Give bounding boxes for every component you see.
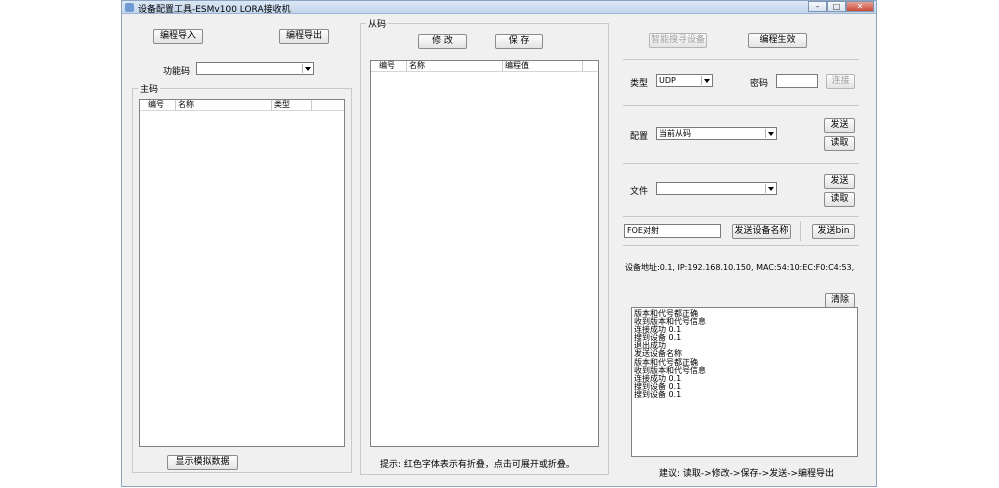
app-window: 设备配置工具-ESMv100 LORA接收机 – □ ✕ 编程导入 编程导出 功… <box>121 0 877 487</box>
config-value: 当前从码 <box>659 129 691 138</box>
close-button[interactable]: ✕ <box>846 1 874 12</box>
type-value: UDP <box>659 76 676 85</box>
minimize-button[interactable]: – <box>808 1 827 12</box>
column-header-value[interactable]: 编程值 <box>503 61 583 71</box>
chevron-down-icon[interactable] <box>701 76 711 85</box>
program-import-button[interactable]: 编程导入 <box>153 29 203 44</box>
hint-text: 提示: 红色字体表示有折叠，点击可展开或折叠。 <box>380 460 575 470</box>
password-field[interactable] <box>776 74 818 88</box>
slave-code-header: 编号 名称 编程值 <box>371 61 598 72</box>
func-code-select[interactable] <box>196 62 314 75</box>
connect-button[interactable]: 连接 <box>826 74 855 89</box>
divider <box>623 105 859 106</box>
slave-code-group: 从码 修 改 保 存 编号 名称 编程值 提示: 红色字体表示有折叠，点击可展开… <box>360 17 609 475</box>
divider <box>800 221 801 241</box>
divider <box>623 245 859 246</box>
master-code-list[interactable]: 编号 名称 类型 <box>139 99 345 447</box>
column-header-name[interactable]: 名称 <box>176 100 272 110</box>
divider <box>623 59 859 60</box>
device-name-field[interactable]: FOE对射 <box>624 224 721 238</box>
show-sim-data-button[interactable]: 显示模拟数据 <box>167 455 238 470</box>
app-icon <box>125 3 134 12</box>
smart-search-button[interactable]: 智能搜寻设备 <box>649 33 707 48</box>
maximize-button[interactable]: □ <box>827 1 846 12</box>
file-label: 文件 <box>630 187 649 197</box>
save-button[interactable]: 保 存 <box>495 34 543 49</box>
suggestion-text: 建议: 读取->修改->保存->发送->编程导出 <box>659 469 835 479</box>
column-header-name[interactable]: 名称 <box>407 61 503 71</box>
send-file-button[interactable]: 发送 <box>824 174 855 189</box>
title-bar: 设备配置工具-ESMv100 LORA接收机 – □ ✕ <box>122 1 876 15</box>
chevron-down-icon[interactable] <box>765 184 775 193</box>
type-label: 类型 <box>630 79 649 89</box>
program-export-button[interactable]: 编程导出 <box>279 29 329 44</box>
divider <box>623 163 859 164</box>
read-file-button[interactable]: 读取 <box>824 192 855 207</box>
send-bin-button[interactable]: 发送bin <box>812 224 855 239</box>
log-line: 搜到设备 0.1 <box>634 333 682 343</box>
read-config-button[interactable]: 读取 <box>824 136 855 151</box>
program-apply-button[interactable]: 编程生效 <box>748 33 807 48</box>
config-label: 配置 <box>630 132 649 142</box>
password-label: 密码 <box>750 79 769 89</box>
slave-code-list[interactable]: 编号 名称 编程值 <box>370 60 599 447</box>
log-output[interactable]: 版本和代号都正确 收到版本和代号信息 连接成功 0.1 搜到设备 0.1 退出成功 发送设… <box>631 307 858 457</box>
column-header-id[interactable]: 编号 <box>146 100 176 110</box>
master-code-group: 主码 编号 名称 类型 显示模拟数据 <box>132 82 352 473</box>
func-code-label: 功能码 <box>163 67 191 77</box>
divider <box>623 216 859 217</box>
clear-log-button[interactable]: 清除 <box>825 293 855 308</box>
master-code-title: 主码 <box>138 82 161 95</box>
window-title: 设备配置工具-ESMv100 LORA接收机 <box>138 5 291 15</box>
column-header-id[interactable]: 编号 <box>377 61 407 71</box>
file-select[interactable] <box>656 182 777 195</box>
type-select[interactable]: UDP <box>656 74 713 87</box>
slave-code-title: 从码 <box>366 17 389 30</box>
config-select[interactable]: 当前从码 <box>656 127 777 140</box>
log-line: 搜到设备 0.1 <box>634 389 682 399</box>
send-config-button[interactable]: 发送 <box>824 118 855 133</box>
device-address-text: 设备地址:0.1, IP:192.168.10.150, MAC:54:10:E… <box>625 263 855 272</box>
column-header-type[interactable]: 类型 <box>272 100 312 110</box>
chevron-down-icon[interactable] <box>765 129 775 138</box>
send-device-name-button[interactable]: 发送设备名称 <box>732 224 791 239</box>
master-code-header: 编号 名称 类型 <box>140 100 344 111</box>
chevron-down-icon[interactable] <box>302 64 312 73</box>
modify-button[interactable]: 修 改 <box>418 34 467 49</box>
